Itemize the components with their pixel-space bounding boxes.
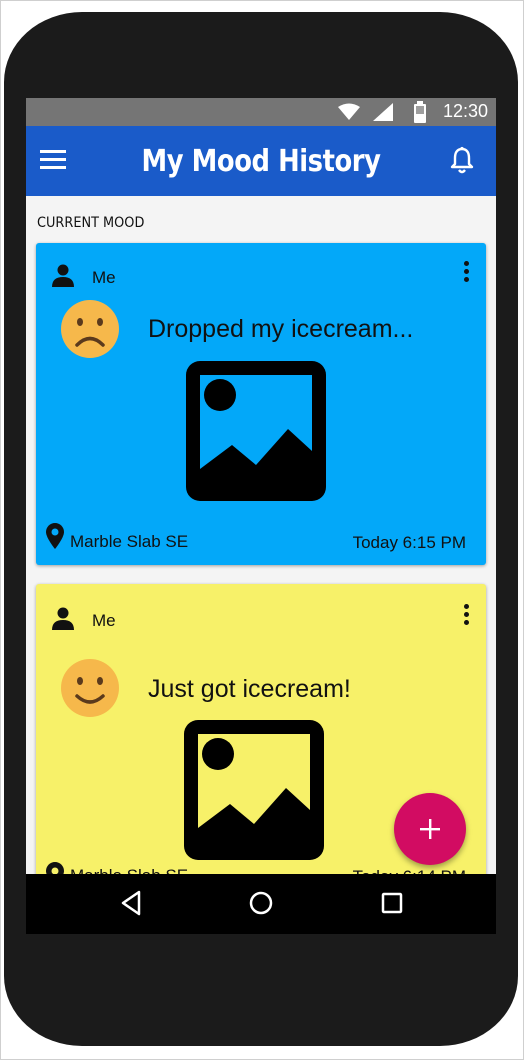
phone-screen: 12:30 My Mood History CURRENT MOOD Me Dr… — [26, 98, 496, 934]
person-icon — [52, 264, 74, 287]
image-placeholder-icon — [186, 361, 326, 501]
mood-card[interactable]: Me Dropped my icecream... Marble Slab SE… — [36, 243, 486, 565]
back-icon[interactable] — [120, 890, 142, 916]
mood-text: Dropped my icecream... — [148, 315, 414, 343]
app-bar: My Mood History — [26, 126, 496, 196]
person-icon — [52, 607, 74, 630]
status-bar: 12:30 — [26, 98, 496, 126]
home-icon[interactable] — [249, 890, 273, 916]
location-pin-icon — [46, 523, 64, 549]
recents-icon[interactable] — [381, 890, 403, 916]
battery-icon — [414, 101, 426, 123]
image-placeholder-icon — [184, 720, 324, 860]
navigation-bar — [26, 874, 496, 934]
page-title: My Mood History — [141, 144, 381, 179]
bell-icon[interactable] — [450, 146, 474, 174]
add-mood-button[interactable] — [394, 793, 466, 865]
card-user-name: Me — [92, 611, 116, 630]
section-label: CURRENT MOOD — [37, 215, 145, 231]
card-location: Marble Slab SE — [70, 532, 189, 551]
signal-icon — [373, 103, 393, 121]
card-user-name: Me — [92, 268, 116, 287]
status-time: 12:30 — [442, 101, 488, 121]
wifi-icon — [338, 103, 360, 120]
add-icon — [420, 819, 440, 839]
card-time: Today 6:15 PM — [352, 533, 466, 552]
sad-face-icon — [61, 300, 119, 358]
mood-text: Just got icecream! — [148, 675, 351, 703]
more-options-icon[interactable] — [464, 261, 470, 283]
more-options-icon[interactable] — [464, 604, 470, 626]
happy-face-icon — [61, 659, 119, 717]
